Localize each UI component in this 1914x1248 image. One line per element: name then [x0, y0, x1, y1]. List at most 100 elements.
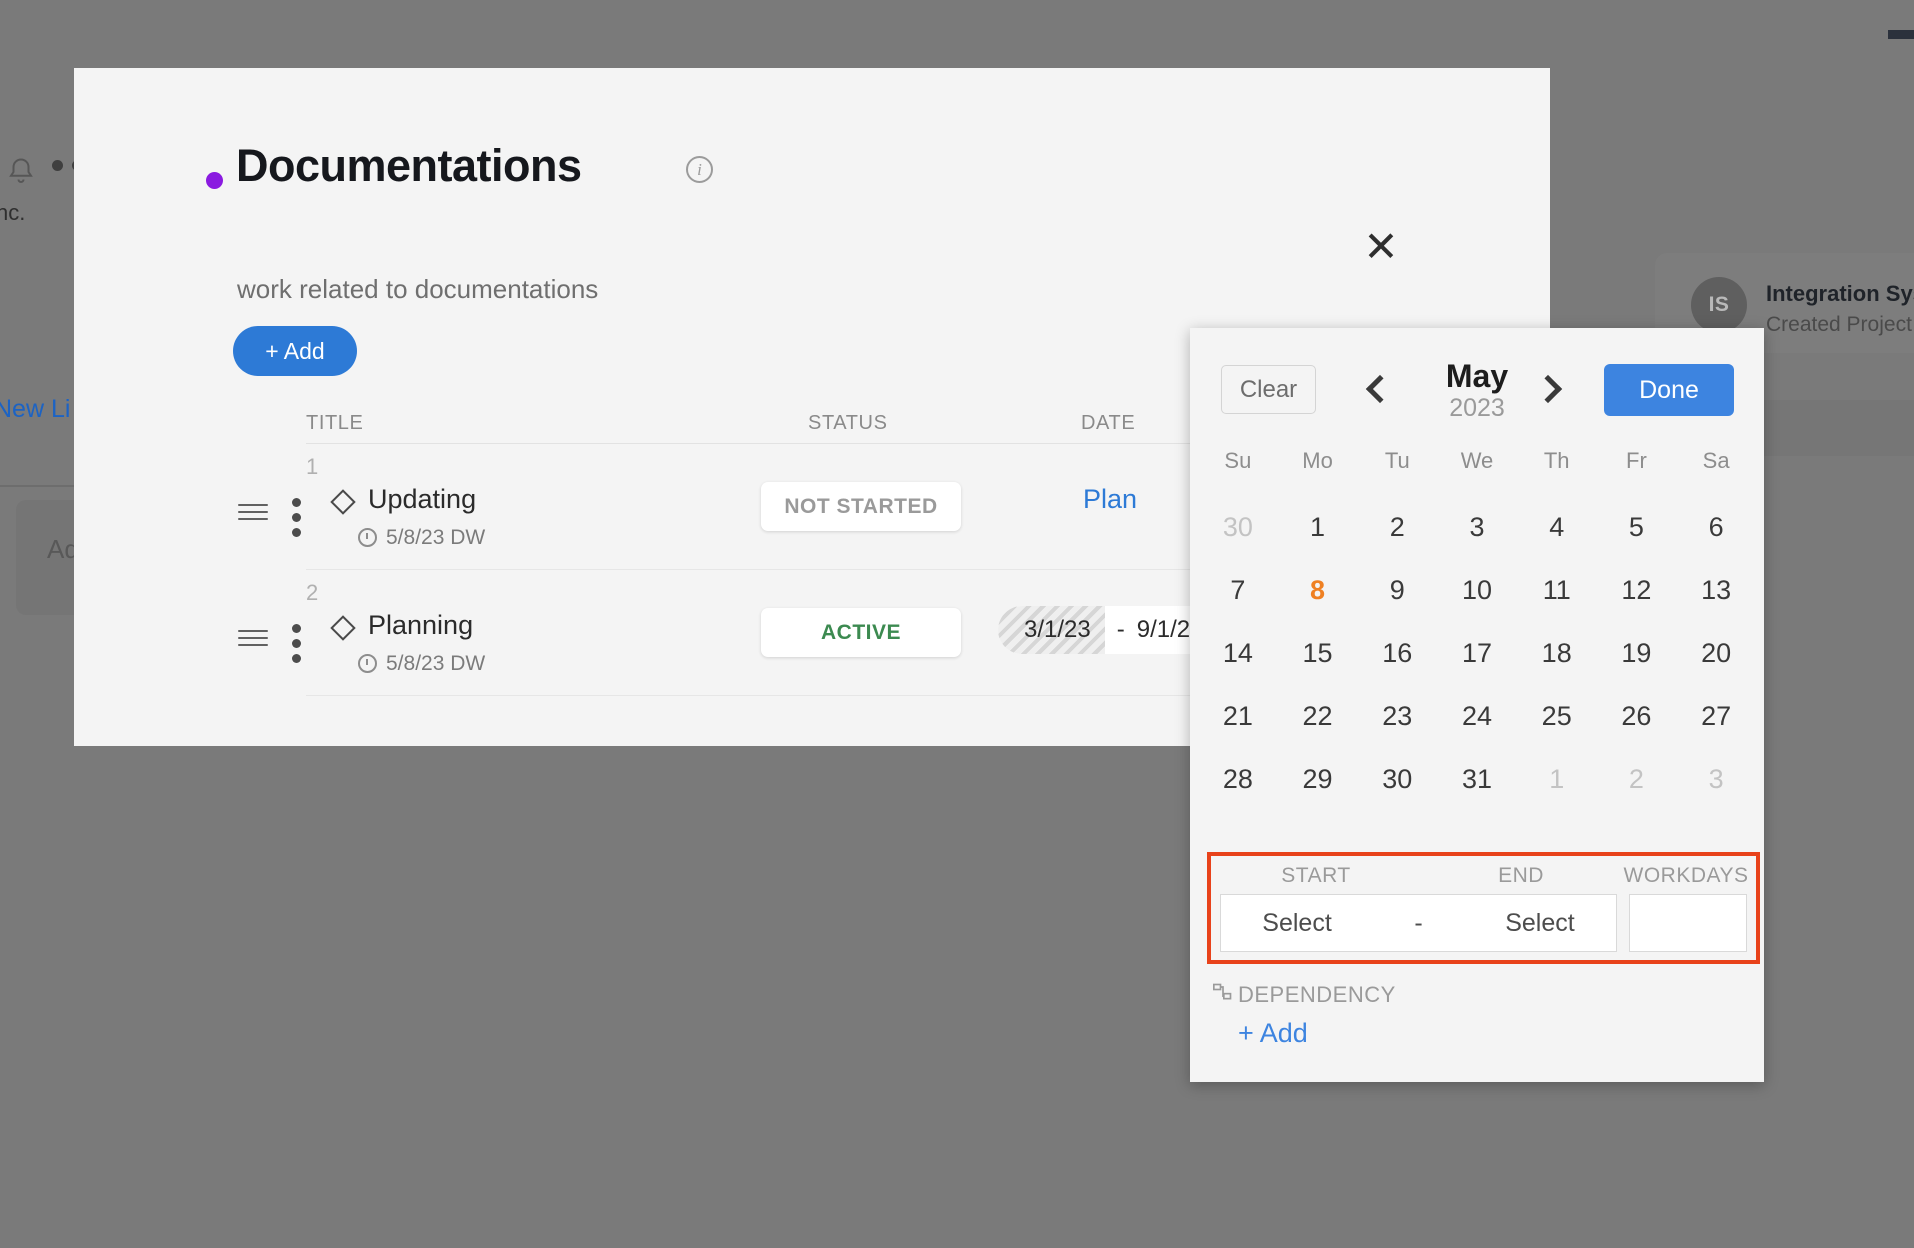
dependency-icon: [1213, 983, 1232, 1000]
screen: nc. New Li Ad IS Integration Syst Create…: [0, 0, 1914, 1248]
calendar-day[interactable]: 4: [1517, 496, 1597, 559]
row-meta: 5/8/23 DW: [386, 526, 486, 549]
color-dot-icon: [206, 172, 223, 189]
modal-header: Documentations i work related to documen…: [74, 68, 1550, 376]
avatar: IS: [1691, 277, 1747, 333]
calendar-day[interactable]: 19: [1597, 622, 1677, 685]
calendar-day[interactable]: 5: [1597, 496, 1677, 559]
new-list-link[interactable]: New Li: [0, 395, 70, 424]
calendar-day[interactable]: 9: [1357, 559, 1437, 622]
row-meta: 5/8/23 DW: [386, 652, 486, 675]
status-badge[interactable]: ACTIVE: [761, 608, 961, 657]
calendar-week-row: 28 29 30 31 1 2 3: [1190, 748, 1764, 811]
row-menu-icon[interactable]: [286, 492, 306, 543]
workdays-input[interactable]: [1629, 894, 1747, 952]
calendar-day[interactable]: 30: [1198, 496, 1278, 559]
calendar-day[interactable]: 22: [1278, 685, 1358, 748]
calendar-day[interactable]: 21: [1198, 685, 1278, 748]
calendar-day[interactable]: 13: [1676, 559, 1756, 622]
calendar-day[interactable]: 1: [1278, 496, 1358, 559]
weekday-label: Su: [1224, 448, 1252, 473]
drag-handle-icon[interactable]: [238, 625, 268, 651]
milestone-icon: [330, 489, 356, 515]
calendar-day[interactable]: 27: [1676, 685, 1756, 748]
row-menu-icon[interactable]: [286, 618, 306, 669]
calendar-day[interactable]: 12: [1597, 559, 1677, 622]
range-dash: -: [1414, 908, 1423, 937]
workdays-label: WORKDAYS: [1623, 864, 1749, 887]
chevron-right-icon[interactable]: [1526, 364, 1570, 414]
calendar-day[interactable]: 18: [1517, 622, 1597, 685]
notification-subtitle: Created Project: [1766, 313, 1912, 336]
calendar-day[interactable]: 15: [1278, 622, 1358, 685]
close-icon[interactable]: ✕: [1355, 221, 1407, 273]
clock-icon: [358, 528, 377, 547]
done-button[interactable]: Done: [1604, 364, 1734, 416]
calendar-day[interactable]: 25: [1517, 685, 1597, 748]
minimize-icon[interactable]: [1888, 30, 1914, 39]
calendar-day[interactable]: 31: [1437, 748, 1517, 811]
calendar-grid: 30 1 2 3 4 5 6 7 8 9 10 11 12 13 14 15 16 17 18 19 20 21 22 23 2…: [1190, 496, 1764, 811]
clear-button[interactable]: Clear: [1221, 365, 1316, 414]
date-range-start[interactable]: 3/1/23: [998, 606, 1105, 654]
calendar-day[interactable]: 7: [1198, 559, 1278, 622]
calendar-day[interactable]: 30: [1357, 748, 1437, 811]
end-input-value[interactable]: Select: [1505, 909, 1574, 938]
clock-icon: [358, 654, 377, 673]
calendar-day[interactable]: 23: [1357, 685, 1437, 748]
start-label: START: [1281, 864, 1351, 887]
date-range-dash: -: [1116, 616, 1125, 643]
calendar-day[interactable]: 14: [1198, 622, 1278, 685]
calendar-week-row: 30 1 2 3 4 5 6: [1190, 496, 1764, 559]
calendar-day[interactable]: 11: [1517, 559, 1597, 622]
chevron-left-icon[interactable]: [1358, 364, 1402, 414]
column-header-status: STATUS: [808, 412, 888, 434]
calendar-header: Clear May 2023 Done: [1190, 328, 1764, 438]
page-title: Documentations: [236, 140, 582, 191]
calendar-day[interactable]: 29: [1278, 748, 1358, 811]
bell-icon[interactable]: [6, 155, 36, 189]
add-button[interactable]: + Add: [233, 326, 357, 376]
weekday-label: Fr: [1626, 448, 1647, 473]
calendar-day[interactable]: 16: [1357, 622, 1437, 685]
calendar-week-row: 14 15 16 17 18 19 20: [1190, 622, 1764, 685]
calendar-day-today[interactable]: 8: [1278, 559, 1358, 622]
info-icon[interactable]: i: [686, 156, 713, 183]
calendar-day[interactable]: 2: [1597, 748, 1677, 811]
company-name-fragment: nc.: [0, 200, 26, 225]
weekday-header: Su Mo Tu We Th Fr Sa: [1190, 438, 1764, 496]
column-header-title: TITLE: [306, 412, 364, 434]
row-index: 2: [306, 580, 319, 605]
drag-handle-icon[interactable]: [238, 499, 268, 525]
calendar-day[interactable]: 1: [1517, 748, 1597, 811]
calendar-day[interactable]: 2: [1357, 496, 1437, 559]
calendar-day[interactable]: 26: [1597, 685, 1677, 748]
status-badge[interactable]: NOT STARTED: [761, 482, 961, 531]
calendar-day[interactable]: 20: [1676, 622, 1756, 685]
start-end-input[interactable]: Select - Select: [1220, 894, 1617, 952]
calendar-day[interactable]: 3: [1676, 748, 1756, 811]
row-title[interactable]: Updating: [368, 484, 476, 515]
calendar-day[interactable]: 10: [1437, 559, 1517, 622]
weekday-label: Tu: [1384, 448, 1410, 473]
weekday-label: We: [1460, 448, 1494, 473]
calendar-day[interactable]: 28: [1198, 748, 1278, 811]
weekday-label: Sa: [1702, 448, 1730, 473]
page-subtitle: work related to documentations: [237, 274, 599, 304]
notification-title: Integration Syst: [1766, 281, 1914, 306]
start-input-value[interactable]: Select: [1262, 909, 1331, 938]
dependency-add-link[interactable]: + Add: [1238, 1018, 1308, 1049]
end-label: END: [1498, 864, 1544, 887]
calendar-day[interactable]: 6: [1676, 496, 1756, 559]
date-picker-popup: Clear May 2023 Done Su Mo Tu We Th Fr Sa…: [1190, 328, 1764, 1082]
date-plan-link[interactable]: Plan: [1083, 484, 1137, 515]
date-range-fields: START END WORKDAYS Select - Select: [1207, 852, 1760, 964]
weekday-label: Mo: [1302, 448, 1333, 473]
row-title[interactable]: Planning: [368, 610, 473, 641]
calendar-day[interactable]: 3: [1437, 496, 1517, 559]
calendar-day[interactable]: 24: [1437, 685, 1517, 748]
range-inputs: Select - Select: [1211, 888, 1756, 952]
weekday-label: Th: [1543, 448, 1570, 473]
calendar-day[interactable]: 17: [1437, 622, 1517, 685]
calendar-week-row: 21 22 23 24 25 26 27: [1190, 685, 1764, 748]
